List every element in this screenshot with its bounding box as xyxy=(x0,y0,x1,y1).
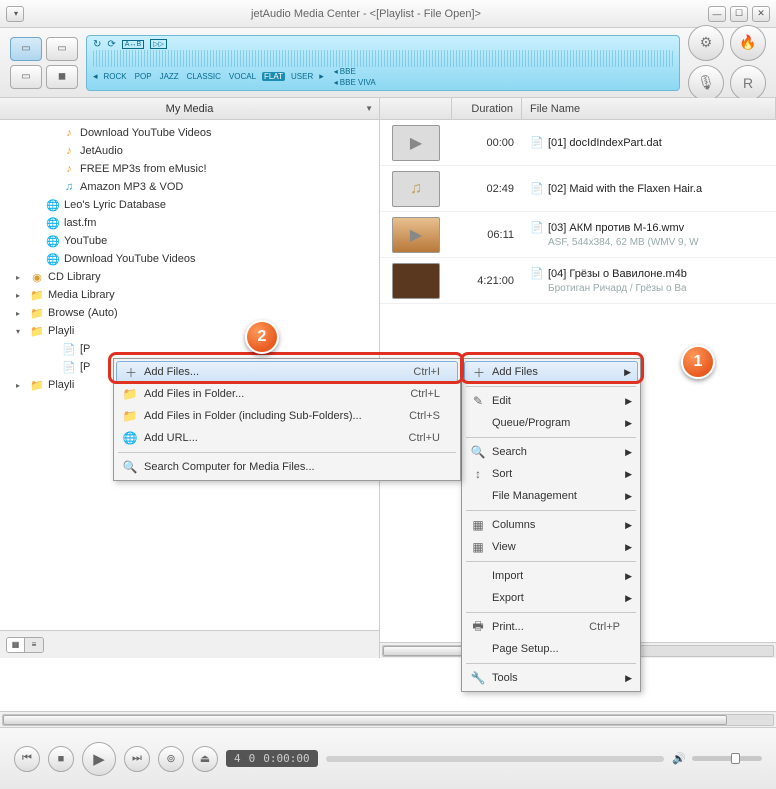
next-button[interactable]: ⏭ xyxy=(124,746,150,772)
eq-prev[interactable]: ◂ xyxy=(93,71,98,82)
mic-button[interactable]: 🎙 xyxy=(688,65,724,101)
menu-item[interactable]: 🔧Tools▶ xyxy=(464,667,638,689)
volume-slider[interactable] xyxy=(692,756,762,761)
playback-bar: ⏮ ■ ▶ ⏭ ⊚ ⏏ 4 0 0:00:00 🔊 xyxy=(0,727,776,789)
menu-item[interactable]: Page Setup... xyxy=(464,638,638,660)
menu-item[interactable]: Queue/Program▶ xyxy=(464,412,638,434)
app-menu-button[interactable] xyxy=(6,6,24,22)
speed-icon[interactable]: ▷▷ xyxy=(150,39,167,49)
time-display: 4 0 0:00:00 xyxy=(226,750,318,767)
context-submenu[interactable]: ＋Add Files...Ctrl+I📁Add Files in Folder.… xyxy=(113,358,461,481)
view-mode-2[interactable]: ▭ xyxy=(46,37,78,61)
eq-pop[interactable]: POP xyxy=(133,72,154,81)
eq-user[interactable]: USER xyxy=(289,72,315,81)
sidebar-footer: ▦≡ xyxy=(0,630,379,658)
table-row[interactable]: 4:21:00 📄[04] Грёзы о Вавилоне.m4bБротиг… xyxy=(380,258,776,304)
rec-button[interactable]: ⊚ xyxy=(158,746,184,772)
menu-item[interactable]: ↕Sort▶ xyxy=(464,463,638,485)
track-time: 0:00:00 xyxy=(263,752,309,765)
burn-button[interactable]: 🔥 xyxy=(730,25,766,61)
submenu-item[interactable]: 🌐Add URL...Ctrl+U xyxy=(116,427,458,449)
menu-item[interactable]: Import▶ xyxy=(464,565,638,587)
tree-item[interactable]: ♪JetAudio xyxy=(0,142,379,160)
tree-item[interactable]: ▸📁Media Library xyxy=(0,286,379,304)
h-scrollbar-outer[interactable] xyxy=(0,711,776,727)
player-display: ↻ ⟳ A↔B ▷▷ ◂ ROCK POP JAZZ CLASSIC VOCAL… xyxy=(86,35,680,91)
eq-vocal[interactable]: VOCAL xyxy=(227,72,258,81)
menu-item[interactable]: 🔍Search▶ xyxy=(464,441,638,463)
volume-icon[interactable]: 🔊 xyxy=(672,752,686,765)
menu-item[interactable]: ✎Edit▶ xyxy=(464,390,638,412)
eq-flat[interactable]: FLAT xyxy=(262,72,285,81)
sidebar-header-label: My Media xyxy=(166,103,214,115)
chevron-down-icon: ▼ xyxy=(365,104,373,113)
close-button[interactable]: ✕ xyxy=(752,6,770,22)
callout-1: 1 xyxy=(681,345,715,379)
shuffle-icon[interactable]: ↻ xyxy=(93,39,101,50)
r-button[interactable]: R xyxy=(730,65,766,101)
submenu-item[interactable]: 📁Add Files in Folder...Ctrl+L xyxy=(116,383,458,405)
tree-item[interactable]: 🌐Leo's Lyric Database xyxy=(0,196,379,214)
context-menu[interactable]: ＋Add Files▶ ✎Edit▶Queue/Program▶ 🔍Search▶↕… xyxy=(461,358,641,692)
menu-item[interactable]: File Management▶ xyxy=(464,485,638,507)
tree-item[interactable]: ▸📁Browse (Auto) xyxy=(0,304,379,322)
window-title: jetAudio Media Center - <[Playlist - Fil… xyxy=(30,8,702,20)
table-row[interactable]: ♫ 02:49 📄[02] Maid with the Flaxen Hair.… xyxy=(380,166,776,212)
tree-item[interactable]: 📄[P xyxy=(0,340,379,358)
tree-item[interactable]: ▾📁Playli xyxy=(0,322,379,340)
table-row[interactable]: ▶ 00:00 📄[01] docIdIndexPart.dat xyxy=(380,120,776,166)
volume: 🔊 xyxy=(672,752,762,765)
eq-presets: ◂ ROCK POP JAZZ CLASSIC VOCAL FLAT USER … xyxy=(93,67,673,87)
menu-item[interactable]: ▦Columns▶ xyxy=(464,514,638,536)
titlebar: jetAudio Media Center - <[Playlist - Fil… xyxy=(0,0,776,28)
grid-toggle[interactable]: ▦≡ xyxy=(6,637,44,653)
menu-item[interactable]: Export▶ xyxy=(464,587,638,609)
eq-jazz[interactable]: JAZZ xyxy=(158,72,181,81)
column-headers: Duration File Name xyxy=(380,98,776,120)
sidebar-header[interactable]: My Media ▼ xyxy=(0,98,379,120)
eq-next[interactable]: ▸ xyxy=(319,71,324,82)
col-duration[interactable]: Duration xyxy=(452,98,522,119)
tree-item[interactable]: 🌐YouTube xyxy=(0,232,379,250)
callout-2: 2 xyxy=(245,320,279,354)
menu-item[interactable]: ＋Add Files▶ xyxy=(464,361,638,383)
tree-item[interactable]: ♪FREE MP3s from eMusic! xyxy=(0,160,379,178)
ab-icon[interactable]: A↔B xyxy=(122,40,144,49)
tree-item[interactable]: 🌐Download YouTube Videos xyxy=(0,250,379,268)
maximize-button[interactable]: ☐ xyxy=(730,6,748,22)
bbe-label[interactable]: BBE xyxy=(340,67,356,76)
submenu-item[interactable]: 🔍Search Computer for Media Files... xyxy=(116,456,458,478)
tree-item[interactable]: 🌐last.fm xyxy=(0,214,379,232)
prev-button[interactable]: ⏮ xyxy=(14,746,40,772)
tree-item[interactable]: ▸◉CD Library xyxy=(0,268,379,286)
view-mode-4[interactable]: ◼ xyxy=(46,65,78,89)
track-idx: 0 xyxy=(249,752,256,765)
repeat-icon[interactable]: ⟳ xyxy=(107,39,115,50)
tree-item[interactable]: ♪Download YouTube Videos xyxy=(0,124,379,142)
col-filename[interactable]: File Name xyxy=(522,98,776,119)
table-row[interactable]: ▶ 06:11 📄[03] АКМ против М-16.wmvASF, 54… xyxy=(380,212,776,258)
eq-classic[interactable]: CLASSIC xyxy=(185,72,223,81)
spectrum xyxy=(93,50,673,67)
view-mode-1[interactable]: ▭ xyxy=(10,37,42,61)
minimize-button[interactable]: — xyxy=(708,6,726,22)
seek-bar[interactable] xyxy=(326,756,665,762)
eject-button[interactable]: ⏏ xyxy=(192,746,218,772)
track-num: 4 xyxy=(234,752,241,765)
menu-item[interactable]: 🖶Print...Ctrl+P xyxy=(464,616,638,638)
submenu-item[interactable]: 📁Add Files in Folder (including Sub-Fold… xyxy=(116,405,458,427)
settings-button[interactable]: ⚙ xyxy=(688,25,724,61)
play-button[interactable]: ▶ xyxy=(82,742,116,776)
main-toolbar: ▭ ▭ ▭ ◼ ↻ ⟳ A↔B ▷▷ ◂ ROCK POP JAZZ CLASS… xyxy=(0,28,776,98)
tree-item[interactable]: ♫Amazon MP3 & VOD xyxy=(0,178,379,196)
menu-item[interactable]: ▦View▶ xyxy=(464,536,638,558)
stop-button[interactable]: ■ xyxy=(48,746,74,772)
view-mode-3[interactable]: ▭ xyxy=(10,65,42,89)
submenu-item[interactable]: ＋Add Files...Ctrl+I xyxy=(116,361,458,383)
eq-rock[interactable]: ROCK xyxy=(102,72,129,81)
col-thumb[interactable] xyxy=(380,98,452,119)
bbeviva-label[interactable]: BBE VIVA xyxy=(340,78,376,87)
